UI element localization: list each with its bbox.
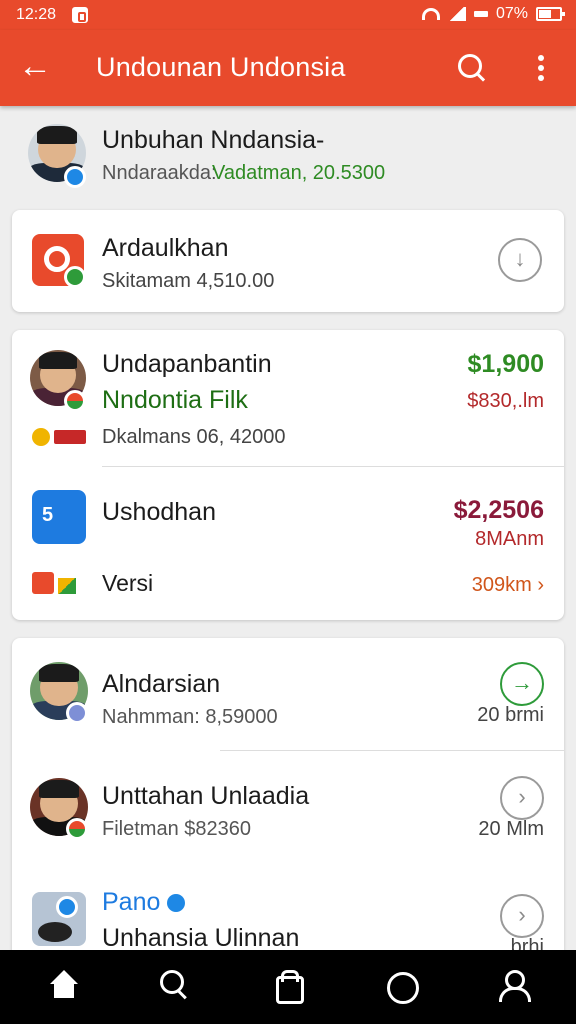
coin-icon [32,428,50,446]
home-icon[interactable] [44,968,84,1008]
divider [102,466,564,467]
app-bar: ← Undounan Undonsia [0,30,576,106]
item-title: Unttahan Unlaadia [102,782,310,810]
more-options-icon[interactable] [538,55,546,83]
chevron-right-icon[interactable]: › [500,894,544,938]
back-arrow-icon[interactable]: ← [18,48,58,88]
profile-subtitle-value: Vadatman, 20.5300 [212,162,386,184]
item-secondary: 8MAnm [475,528,544,550]
battery-icon [536,7,565,21]
status-badge-icon [64,390,86,412]
featured-title: Ardaulkhan [102,234,229,262]
verified-icon [167,894,186,913]
profile-header[interactable]: Unbuhan Nndansia- Nndaraakda: Vadatman, … [0,106,576,202]
bottom-navigation [0,950,576,1024]
item-subtitle: Nahmman: 8,59000 [102,706,278,728]
item-subtitle: Unhansia Ulinnan [102,924,300,952]
page-title: Undounan Undonsia [96,52,346,82]
profile-icon[interactable] [494,968,534,1008]
item-side: 20 Mlm [478,818,544,840]
verified-icon [64,166,86,188]
item-tag: Versi [102,570,154,596]
item-side: 20 brmi [477,704,544,726]
notification-icon [72,7,88,23]
status-time: 12:28 [16,6,57,23]
download-icon[interactable]: ↓ [498,238,542,282]
status-badge-icon [66,818,88,840]
chevron-right-icon: › [531,574,544,596]
divider [220,750,564,751]
item-title: Ushodhan [102,498,216,526]
data-icon [473,11,488,17]
item-link[interactable]: 309km › [472,574,544,597]
app-icon: 5 [32,490,86,544]
forward-arrow-icon[interactable]: → [500,662,544,706]
item-subtitle: Filetman $82360 [102,818,251,840]
version-icon [32,570,86,596]
transactions-card: Undapanbantin Nndontia Filk Dkalmans 06,… [12,330,564,620]
list-card: Alndarsian Nahmman: 8,59000 → 20 brmi Un… [12,638,564,958]
item-subtitle: Nndontia Filk [102,386,248,414]
shopping-bag-icon[interactable] [268,968,308,1008]
tag-icon [54,430,86,444]
status-icons: 07% [421,5,565,23]
status-badge-icon [66,702,88,724]
battery-percent: 07% [495,5,528,22]
status-bar: 12:28 07% [0,0,576,30]
item-title: Alndarsian [102,670,221,698]
wifi-icon [421,8,440,20]
item-title: Pano [102,888,186,917]
signal-icon [447,7,466,21]
search-icon[interactable] [156,968,196,1008]
item-title: Undapanbantin [102,350,272,378]
search-icon[interactable] [458,54,486,82]
app-icon [32,892,86,946]
app-logo-icon [32,234,86,288]
chevron-right-icon[interactable]: › [500,776,544,820]
featured-subtitle: Skitamam 4,510.00 [102,270,275,292]
profile-subtitle-label: Nndaraakda: [102,162,217,184]
item-secondary: $830,.lm [467,390,544,412]
profile-name: Unbuhan Nndansia- [102,126,325,154]
circle-icon[interactable] [382,968,422,1008]
featured-card[interactable]: Ardaulkhan Skitamam 4,510.00 ↓ [12,210,564,312]
item-meta: Dkalmans 06, 42000 [102,426,286,448]
item-amount: $2,2506 [453,496,544,524]
item-amount: $1,900 [467,350,544,378]
